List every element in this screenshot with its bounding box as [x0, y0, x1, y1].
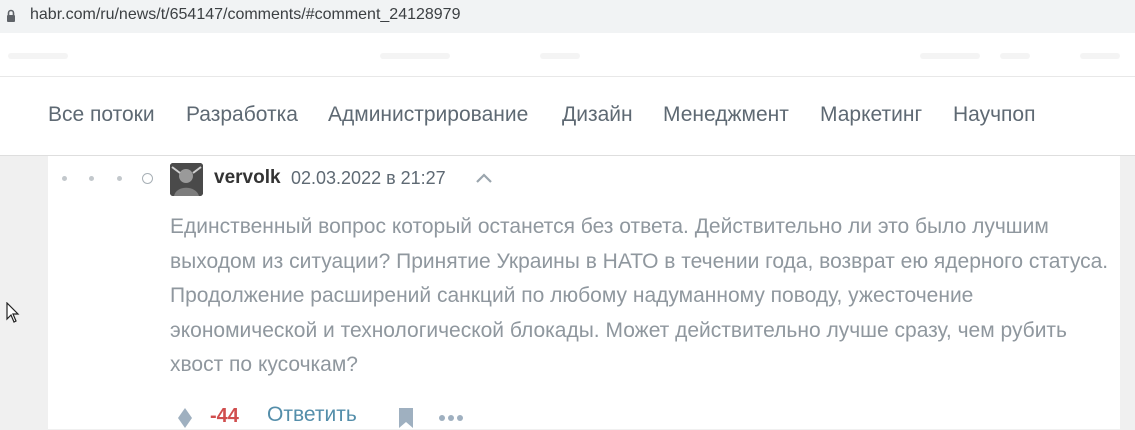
vote-icon[interactable] — [176, 406, 194, 430]
nav-item-design[interactable]: Дизайн — [562, 103, 633, 127]
address-bar[interactable]: habr.com/ru/news/t/654147/comments/#comm… — [0, 0, 1135, 33]
bookmark-icon[interactable] — [397, 406, 415, 430]
thread-level-dot — [117, 176, 122, 181]
more-icon[interactable] — [438, 414, 464, 422]
comment-author[interactable]: vervolk — [214, 167, 281, 189]
url-text[interactable]: habr.com/ru/news/t/654147/comments/#comm… — [30, 6, 460, 24]
comment-score: -44 — [210, 405, 239, 427]
thread-level-dot — [62, 176, 67, 181]
nav-item-marketing[interactable]: Маркетинг — [820, 103, 922, 127]
comment-text: Единственный вопрос который останется бе… — [170, 215, 1109, 376]
nav-item-administration[interactable]: Администрирование — [328, 103, 528, 127]
page-header-strip — [0, 33, 1135, 77]
thread-level-current — [142, 173, 153, 184]
mouse-cursor-icon — [6, 302, 20, 323]
nav-item-management[interactable]: Менеджмент — [663, 103, 789, 127]
lock-icon — [7, 9, 15, 22]
reply-button[interactable]: Ответить — [267, 403, 357, 427]
nav-item-popsci[interactable]: Научпоп — [953, 103, 1035, 127]
avatar[interactable] — [170, 163, 203, 196]
thread-level-dot — [89, 176, 94, 181]
comment-date[interactable]: 02.03.2022 в 21:27 — [291, 168, 446, 189]
arrow-up-icon[interactable] — [474, 171, 494, 185]
category-nav: Все потоки Разработка Администрирование … — [0, 77, 1135, 156]
nav-item-development[interactable]: Разработка — [186, 103, 298, 127]
nav-item-all-flows[interactable]: Все потоки — [48, 103, 155, 127]
